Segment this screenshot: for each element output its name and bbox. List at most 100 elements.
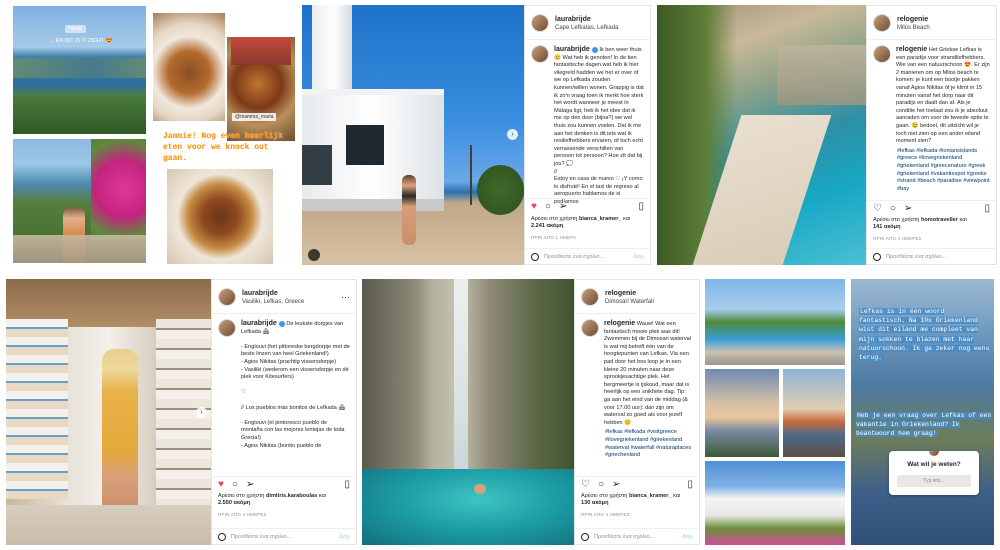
more-options-icon[interactable]: ··· — [341, 292, 350, 302]
publish-button[interactable]: Δημ — [633, 254, 644, 260]
heart-icon[interactable]: ♥ — [218, 479, 224, 490]
post-caption: Ik ben weer thuis 😊 Wat heb ik genoten! … — [554, 47, 644, 205]
caption-username[interactable]: laurabrijde — [241, 320, 277, 327]
verified-icon — [278, 320, 285, 327]
carousel-next-button[interactable]: › — [196, 407, 207, 418]
comment-icon[interactable]: ○ — [598, 479, 604, 490]
post-header: relogenie Milos Beach — [867, 6, 996, 40]
share-icon[interactable]: ➢ — [612, 479, 620, 490]
story-bay-photo: Nuria ... EN DIT IS IT ZICHT 😍 — [13, 6, 146, 263]
heart-icon[interactable]: ♡ — [873, 203, 882, 214]
shop-display-right — [156, 319, 211, 519]
village-street-photo: › — [6, 279, 211, 545]
comment-input[interactable]: Προσθέστε ένα σχόλιο... — [544, 254, 604, 260]
lighthouse-building — [302, 89, 444, 211]
publish-button[interactable]: Δημ — [339, 534, 350, 540]
post-header: relogenie Dimosari Waterfall — [575, 280, 699, 314]
likes-line[interactable]: Αρέσει στο χρήστη dimitris.karaboulas κα… — [218, 493, 352, 507]
post-time: ΠΡΙΝ ΑΠΟ 4 ΗΜΕΡΕΣ — [873, 236, 922, 241]
caption-avatar[interactable] — [531, 45, 549, 63]
post-time: ΠΡΙΝ ΑΠΟ 4 ΗΜΕΡΕΣ — [581, 512, 630, 517]
food-plate-image-1 — [153, 13, 225, 121]
lighthouse-photo: › — [302, 5, 524, 265]
emoji-icon[interactable] — [873, 252, 881, 261]
post-panel-village: laurabrijde Vasiliki, Lefkas, Greece ···… — [211, 279, 357, 545]
question-title: Wat wil je weten? — [907, 461, 961, 468]
comment-bar: Προσθέστε ένα σχόλιο... Δημ — [575, 528, 699, 544]
comment-input[interactable]: Προσθέστε ένα σχόλιο... — [886, 254, 946, 260]
bay-view-image: Nuria ... EN DIT IS IT ZICHT 😍 — [13, 6, 146, 134]
bookmark-icon[interactable]: ▯ — [344, 479, 350, 490]
post-header: laurabrijde Vasiliki, Lefkas, Greece ··· — [212, 280, 356, 314]
sunset-image-1 — [705, 369, 779, 457]
post-location[interactable]: Milos Beach — [897, 24, 930, 32]
post-actions: ♡ ○ ➢ ▯ — [867, 200, 996, 216]
question-input[interactable]: Typ iets... — [897, 475, 971, 487]
photo-grid — [705, 279, 845, 545]
avatar[interactable] — [581, 288, 599, 306]
caption-username[interactable]: relogenie — [896, 46, 927, 53]
post-caption: De leukste dorpjes van Lefkada 🏘 - Englo… — [241, 321, 350, 449]
comment-icon[interactable]: ○ — [545, 201, 551, 212]
milos-beach-photo — [657, 5, 866, 265]
food-plate-image-2: @mamma_maria — [227, 37, 295, 141]
post-username[interactable]: laurabrijde — [555, 15, 618, 24]
likes-line[interactable]: Αρέσει στο χρήστη bianca_kramer_ και 130 … — [581, 493, 695, 507]
avatar[interactable] — [218, 288, 236, 306]
likes-line[interactable]: Αρέσει στο χρήστη homotraveller και 141 α… — [873, 217, 992, 231]
shop-display-left — [6, 319, 68, 499]
bookmark-icon[interactable]: ▯ — [984, 203, 990, 214]
comment-bar: Προσθέστε ένα σχόλιο... Δημ — [525, 248, 650, 264]
share-icon[interactable]: ➢ — [246, 479, 254, 490]
share-icon[interactable]: ➢ — [559, 201, 567, 212]
story-text-2: Heb je een vraag over Lefkas of een vaka… — [856, 412, 992, 438]
woman-yellow-dress — [102, 349, 138, 519]
comment-icon[interactable]: ○ — [890, 203, 896, 214]
post-hashtags[interactable]: #lefkas #lefkada #ioniansislands #greece… — [867, 146, 996, 194]
heart-icon[interactable]: ♡ — [581, 479, 590, 490]
post-caption: Wauw! Wat een fantastisch mooie plek was… — [604, 321, 692, 426]
comment-icon[interactable]: ○ — [232, 479, 238, 490]
comment-input[interactable]: Προσθέστε ένα σχόλιο... — [231, 534, 291, 540]
waterfall-stream — [454, 279, 468, 469]
avatar[interactable] — [531, 14, 549, 32]
comment-input[interactable]: Προσθέστε ένα σχόλιο... — [594, 534, 654, 540]
tagged-user-icon[interactable] — [308, 249, 320, 261]
post-header: laurabrijde Cape Lefkatas, Lefkada — [525, 6, 650, 40]
sunset-image-2 — [783, 369, 845, 457]
heart-icon[interactable]: ♥ — [531, 201, 537, 212]
likes-line[interactable]: Αρέσει στο χρήστη bianca_kramer_ και 2.24… — [531, 216, 646, 230]
post-hashtags[interactable]: #lefkas #lefkada #visitgreece #ilovegrie… — [575, 427, 699, 459]
post-username[interactable]: laurabrijde — [242, 289, 304, 298]
publish-button[interactable]: Δημ — [682, 534, 693, 540]
share-icon[interactable]: ➢ — [904, 203, 912, 214]
pool-image — [705, 279, 845, 365]
post-time: ΠΡΙΝ ΑΠΟ 1 ΗΜΕΡΑ — [531, 235, 577, 240]
caption-avatar[interactable] — [873, 45, 891, 63]
post-username[interactable]: relogenie — [605, 289, 654, 298]
caption-username[interactable]: relogenie — [604, 320, 635, 327]
bookmark-icon[interactable]: ▯ — [687, 479, 693, 490]
caption-username[interactable]: laurabrijde — [554, 46, 590, 53]
caption-avatar[interactable] — [581, 319, 599, 337]
post-username[interactable]: relogenie — [897, 15, 930, 24]
bookmark-icon[interactable]: ▯ — [638, 201, 644, 212]
story-food-collage: @mamma_maria Jammie! Nog even heerlijk e… — [151, 11, 296, 264]
avatar[interactable] — [873, 14, 891, 32]
comment-bar: Προσθέστε ένα σχόλιο... — [867, 248, 996, 264]
emoji-icon[interactable] — [581, 532, 589, 541]
story-aerial-photo: Lefkas is in één woord fantastisch. Na 1… — [851, 279, 994, 545]
food-story-text: Jammie! Nog even heerlijk eten voor we k… — [163, 132, 284, 163]
post-location[interactable]: Vasiliki, Lefkas, Greece — [242, 298, 304, 306]
emoji-icon[interactable] — [218, 532, 226, 541]
post-location[interactable]: Dimosari Waterfall — [605, 298, 654, 306]
post-actions: ♡ ○ ➢ ▯ — [575, 476, 699, 492]
emoji-icon[interactable] — [531, 252, 539, 261]
post-time: ΠΡΙΝ ΑΠΟ 4 ΗΜΕΡΕΣ — [218, 512, 267, 517]
flowers-girl-image — [13, 139, 146, 263]
carousel-next-button[interactable]: › — [507, 129, 518, 140]
question-sticker[interactable]: Wat wil je weten? Typ iets... — [889, 451, 979, 495]
caption-avatar[interactable] — [218, 319, 236, 337]
post-location[interactable]: Cape Lefkatas, Lefkada — [555, 24, 618, 32]
turquoise-pool — [362, 469, 574, 545]
